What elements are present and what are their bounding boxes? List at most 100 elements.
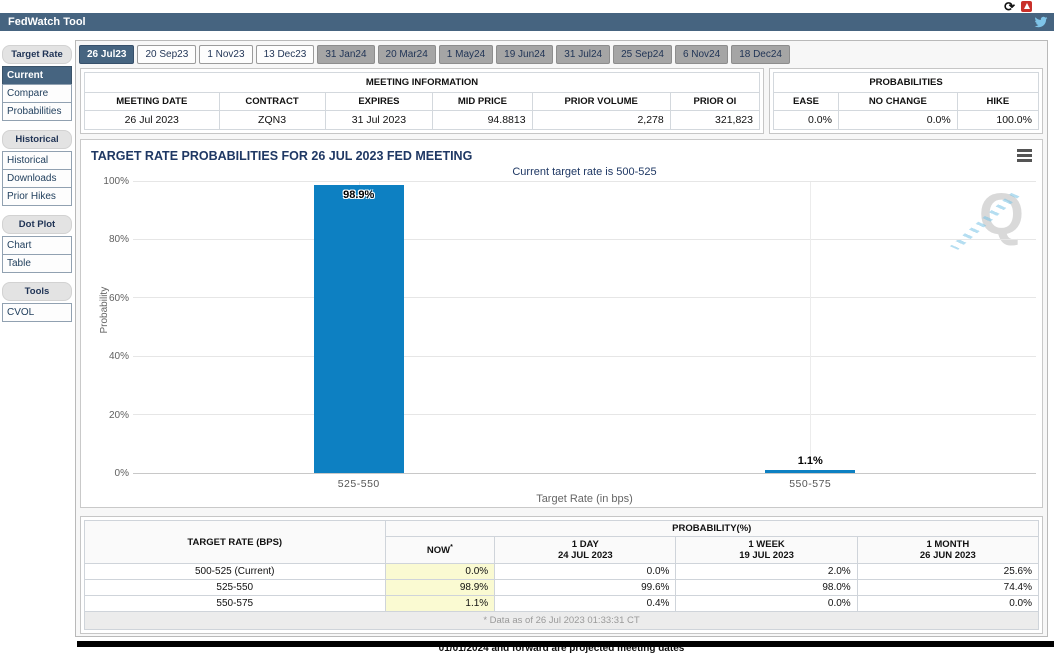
meeting-info-value: ZQN3	[219, 111, 325, 130]
bar-data-label: 1.1%	[585, 455, 1037, 467]
main-panel: 26 Jul2320 Sep231 Nov2313 Dec2331 Jan242…	[75, 40, 1048, 637]
meeting-info-value: 31 Jul 2023	[325, 111, 433, 130]
prob-rate-cell: 500-525 (Current)	[85, 564, 386, 580]
sidebar-item-table[interactable]: Table	[2, 254, 72, 273]
probability-row: 550-5751.1%0.4%0.0%0.0%	[85, 596, 1039, 612]
sidebar-section-historical: Historical	[2, 130, 72, 149]
prob-1week-cell: 98.0%	[676, 580, 857, 596]
probabilities-value: 0.0%	[838, 111, 957, 130]
x-axis-title: Target Rate (in bps)	[127, 493, 1042, 505]
plot-area: Q 98.9%1.1%	[133, 182, 1036, 474]
tab-1-nov23[interactable]: 1 Nov23	[199, 45, 252, 64]
probabilities-header-row: EASENO CHANGEHIKE	[774, 93, 1039, 111]
meeting-info-value: 26 Jul 2023	[85, 111, 220, 130]
tab-20-mar24[interactable]: 20 Mar24	[378, 45, 436, 64]
pdf-export-icon[interactable]	[1021, 1, 1032, 12]
tab-6-nov24[interactable]: 6 Nov24	[675, 45, 728, 64]
y-tick-label: 100%	[103, 176, 129, 187]
vertical-gridline	[810, 182, 811, 473]
prob-1day-cell: 0.4%	[495, 596, 676, 612]
meeting-information-title: MEETING INFORMATION	[85, 73, 760, 93]
meeting-info-col-contract: CONTRACT	[219, 93, 325, 111]
twitter-icon[interactable]	[1034, 15, 1048, 29]
x-category-label: 525-550	[133, 474, 585, 490]
sidebar-item-historical[interactable]: Historical	[2, 151, 72, 170]
chart-subtitle: Current target rate is 500-525	[127, 166, 1042, 178]
target-rate-bps-header: TARGET RATE (BPS)	[85, 521, 386, 564]
prob-now-cell: 0.0%	[385, 564, 495, 580]
sidebar-section-dot-plot: Dot Plot	[2, 215, 72, 234]
sidebar-section-tools: Tools	[2, 282, 72, 301]
prob-subheader-now: NOW*	[385, 537, 495, 564]
refresh-icon[interactable]: ⟳	[1004, 1, 1015, 12]
sidebar-item-cvol[interactable]: CVOL	[2, 303, 72, 322]
prob-1month-cell: 74.4%	[857, 580, 1038, 596]
probability-bar[interactable]	[314, 185, 404, 473]
prob-1day-cell: 0.0%	[495, 564, 676, 580]
y-tick-label: 0%	[115, 468, 129, 479]
tab-20-sep23[interactable]: 20 Sep23	[137, 45, 196, 64]
data-as-of-footnote: * Data as of 26 Jul 2023 01:33:31 CT	[85, 612, 1039, 630]
category-band: 1.1%	[585, 182, 1037, 473]
tab-25-sep24[interactable]: 25 Sep24	[613, 45, 672, 64]
probabilities-col-ease: EASE	[774, 93, 839, 111]
y-axis: Probability 0%20%40%60%80%100%	[87, 182, 133, 474]
probability-row: 525-55098.9%99.6%98.0%74.4%	[85, 580, 1039, 596]
meeting-info-col-meeting-date: MEETING DATE	[85, 93, 220, 111]
y-tick-label: 20%	[109, 410, 129, 421]
probability-bar[interactable]	[765, 470, 855, 473]
app-title: FedWatch Tool	[8, 16, 86, 28]
probabilities-value: 0.0%	[774, 111, 839, 130]
probabilities-value-row: 0.0%0.0%100.0%	[774, 111, 1039, 130]
meeting-info-col-prior-oi: PRIOR OI	[670, 93, 759, 111]
tab-18-dec24[interactable]: 18 Dec24	[731, 45, 790, 64]
meeting-info-value: 321,823	[670, 111, 759, 130]
probability-row: 500-525 (Current)0.0%0.0%2.0%25.6%	[85, 564, 1039, 580]
meeting-info-col-prior-volume: PRIOR VOLUME	[532, 93, 670, 111]
bottom-black-bar	[77, 641, 1054, 647]
sidebar-item-compare[interactable]: Compare	[2, 84, 72, 103]
tab-19-jun24[interactable]: 19 Jun24	[496, 45, 553, 64]
prob-subheader-1-week: 1 WEEK19 JUL 2023	[676, 537, 857, 564]
probabilities-table: PROBABILITIES EASENO CHANGEHIKE 0.0%0.0%…	[773, 72, 1039, 130]
tab-13-dec23[interactable]: 13 Dec23	[256, 45, 315, 64]
probabilities-col-no-change: NO CHANGE	[838, 93, 957, 111]
probabilities-col-hike: HIKE	[957, 93, 1038, 111]
sidebar-item-downloads[interactable]: Downloads	[2, 169, 72, 188]
probabilities-value: 100.0%	[957, 111, 1038, 130]
prob-subheader-1-day: 1 DAY24 JUL 2023	[495, 537, 676, 564]
prob-rate-cell: 550-575	[85, 596, 386, 612]
probability-pct-header: PROBABILITY(%)	[385, 521, 1039, 537]
meeting-info-col-expires: EXPIRES	[325, 93, 433, 111]
y-tick-label: 60%	[109, 293, 129, 304]
bar-data-label: 98.9%	[133, 189, 585, 201]
meeting-info-value: 94.8813	[433, 111, 532, 130]
sidebar-item-prior-hikes[interactable]: Prior Hikes	[2, 187, 72, 206]
y-tick-label: 40%	[109, 351, 129, 362]
tab-26-jul23[interactable]: 26 Jul23	[79, 45, 134, 64]
sidebar-item-current[interactable]: Current	[2, 66, 72, 85]
x-category-label: 550-575	[585, 474, 1037, 490]
probability-history-panel: TARGET RATE (BPS) PROBABILITY(%) NOW*1 D…	[80, 516, 1043, 634]
meeting-information-panel: MEETING INFORMATION MEETING DATECONTRACT…	[80, 68, 764, 134]
tab-31-jan24[interactable]: 31 Jan24	[317, 45, 374, 64]
prob-1month-cell: 25.6%	[857, 564, 1038, 580]
chart-menu-icon[interactable]	[1017, 149, 1032, 164]
tab-31-jul24[interactable]: 31 Jul24	[556, 45, 610, 64]
sidebar-item-chart[interactable]: Chart	[2, 236, 72, 255]
y-tick-label: 80%	[109, 234, 129, 245]
prob-now-cell: 98.9%	[385, 580, 495, 596]
target-rate-chart-panel: TARGET RATE PROBABILITIES FOR 26 JUL 202…	[80, 139, 1043, 508]
prob-1week-cell: 2.0%	[676, 564, 857, 580]
category-band: 98.9%	[133, 182, 585, 473]
meeting-information-table: MEETING INFORMATION MEETING DATECONTRACT…	[84, 72, 760, 130]
app-title-bar: FedWatch Tool	[0, 13, 1054, 31]
chart-title: TARGET RATE PROBABILITIES FOR 26 JUL 202…	[81, 140, 1042, 163]
tab-1-may24[interactable]: 1 May24	[439, 45, 493, 64]
meeting-info-col-mid-price: MID PRICE	[433, 93, 532, 111]
probability-history-table: TARGET RATE (BPS) PROBABILITY(%) NOW*1 D…	[84, 520, 1039, 630]
sidebar-item-probabilities[interactable]: Probabilities	[2, 102, 72, 121]
meeting-info-value: 2,278	[532, 111, 670, 130]
date-tabs: 26 Jul2320 Sep231 Nov2313 Dec2331 Jan242…	[76, 41, 1047, 66]
probabilities-panel: PROBABILITIES EASENO CHANGEHIKE 0.0%0.0%…	[769, 68, 1043, 134]
